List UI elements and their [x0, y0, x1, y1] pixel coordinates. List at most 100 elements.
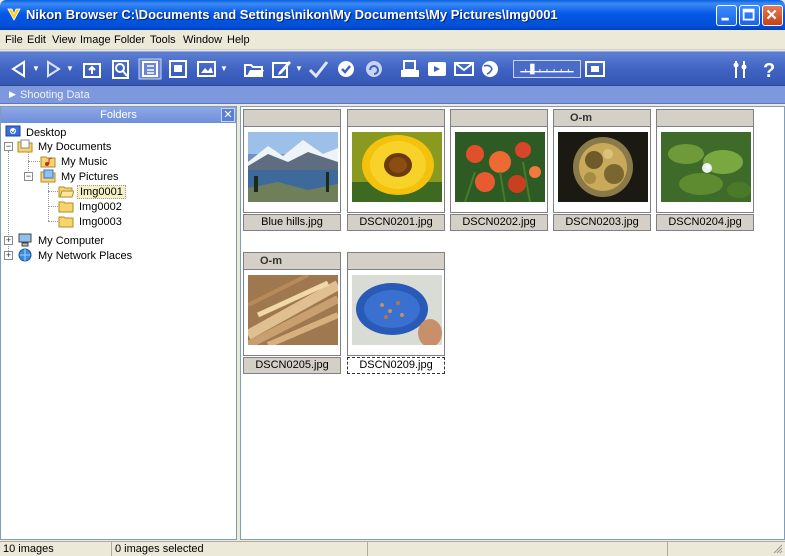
folders-view-icon[interactable]	[138, 58, 162, 80]
status-selected-count: 0 images selected	[112, 542, 368, 556]
shooting-data-bar[interactable]: ▶ Shooting Data	[0, 86, 785, 104]
transfer-icon[interactable]	[425, 58, 449, 80]
confirm-icon[interactable]	[334, 58, 358, 80]
tree-item-label: My Computer	[38, 235, 105, 247]
slideshow-icon[interactable]	[195, 58, 219, 80]
folder-icon	[58, 199, 74, 213]
thumbnail-image[interactable]	[455, 132, 545, 202]
thumbnail-frame	[243, 127, 341, 213]
menu-folder[interactable]: Folder	[114, 34, 145, 46]
toolbar: ▼ ▼ ▼ ▼ ?	[0, 51, 785, 86]
tree-item-my-computer[interactable]: My Computer	[17, 233, 106, 248]
thumbnail-item[interactable]: DSCN0204.jpg	[656, 109, 754, 233]
thumbnail-item[interactable]: O-m DSCN0205.jpg	[243, 252, 341, 376]
computer-icon	[17, 233, 33, 247]
tree-item-desktop[interactable]: Desktop	[5, 125, 68, 140]
size-slider[interactable]	[513, 60, 581, 78]
web-icon[interactable]	[478, 58, 502, 80]
check-icon[interactable]	[306, 58, 330, 80]
slideshow-dropdown-icon[interactable]: ▼	[220, 58, 228, 80]
shooting-data-label: Shooting Data	[20, 89, 90, 101]
print-icon[interactable]	[398, 58, 422, 80]
collapse-icon[interactable]: −	[24, 172, 33, 181]
tree-item-label: My Network Places	[38, 250, 133, 262]
folders-header: Folders	[1, 107, 236, 123]
menu-window[interactable]: Window	[183, 34, 222, 46]
documents-folder-icon	[17, 139, 33, 153]
preview-icon[interactable]	[166, 58, 190, 80]
thumbnail-header: O-m	[243, 252, 341, 270]
thumbnail-grid: Blue hills.jpg DSCN0201.jpg DSCN0202.jpg…	[240, 106, 785, 540]
thumbnail-size-icon[interactable]	[583, 58, 607, 80]
tree-item-my-network-places[interactable]: My Network Places	[17, 248, 134, 263]
tree-item-label: My Music	[61, 156, 108, 168]
close-button[interactable]	[762, 5, 783, 26]
thumbnail-image[interactable]	[352, 132, 442, 202]
tree-item-my-music[interactable]: My Music	[40, 154, 109, 169]
tools-icon[interactable]	[730, 58, 754, 80]
folder-icon	[58, 214, 74, 228]
back-dropdown-icon[interactable]: ▼	[32, 58, 40, 80]
tree-item-my-pictures[interactable]: My Pictures	[40, 169, 120, 184]
thumbnail-frame	[347, 270, 445, 356]
thumbnail-filename: DSCN0203.jpg	[553, 214, 651, 231]
thumbnail-filename: DSCN0204.jpg	[656, 214, 754, 231]
thumbnail-frame	[656, 127, 754, 213]
thumbnail-filename: Blue hills.jpg	[243, 214, 341, 231]
protect-key-icon: O-m	[260, 255, 282, 267]
help-icon[interactable]: ?	[757, 58, 781, 82]
tree-item-img0002[interactable]: Img0002	[58, 199, 124, 214]
search-icon[interactable]	[109, 58, 133, 80]
tree-line	[48, 206, 58, 207]
thumbnail-header	[656, 109, 754, 127]
status-cell-empty	[368, 542, 668, 556]
menu-edit[interactable]: Edit	[27, 34, 46, 46]
thumbnail-filename: DSCN0202.jpg	[450, 214, 548, 231]
thumbnail-header	[243, 109, 341, 127]
edit-dropdown-icon[interactable]: ▼	[295, 58, 303, 80]
thumbnail-frame	[243, 270, 341, 356]
tree-item-my-documents[interactable]: My Documents	[17, 139, 113, 154]
maximize-button[interactable]	[739, 5, 760, 26]
tree-item-img0003[interactable]: Img0003	[58, 214, 124, 229]
thumbnail-filename: DSCN0209.jpg	[347, 357, 445, 374]
edit-icon[interactable]	[270, 58, 294, 80]
resize-grip-icon[interactable]	[773, 544, 783, 554]
tree-item-img0001[interactable]: Img0001	[58, 184, 126, 199]
thumbnail-item[interactable]: O-m DSCN0203.jpg	[553, 109, 651, 233]
thumbnail-item[interactable]: DSCN0201.jpg	[347, 109, 445, 233]
email-icon[interactable]	[452, 58, 476, 80]
expand-arrow-icon[interactable]: ▶	[9, 89, 16, 100]
forward-icon[interactable]	[41, 58, 65, 80]
open-icon[interactable]	[242, 58, 266, 80]
thumbnail-item[interactable]: DSCN0209.jpg	[347, 252, 445, 376]
tree-line	[48, 191, 58, 192]
rotate-icon[interactable]	[362, 58, 386, 80]
network-icon	[17, 248, 33, 262]
menu-help[interactable]: Help	[227, 34, 250, 46]
thumbnail-frame	[347, 127, 445, 213]
protect-key-icon: O-m	[570, 112, 592, 124]
thumbnail-image[interactable]	[248, 275, 338, 345]
thumbnail-item[interactable]: DSCN0202.jpg	[450, 109, 548, 233]
menu-tools[interactable]: Tools	[150, 34, 176, 46]
tree-item-label: My Pictures	[61, 171, 119, 183]
minimize-button[interactable]	[716, 5, 737, 26]
close-icon[interactable]: ✕	[221, 108, 235, 122]
thumbnail-image[interactable]	[661, 132, 751, 202]
menu-view[interactable]: View	[52, 34, 76, 46]
thumbnail-image[interactable]	[248, 132, 338, 202]
collapse-icon[interactable]: −	[4, 142, 13, 151]
thumbnail-frame	[450, 127, 548, 213]
expand-icon[interactable]: +	[4, 236, 13, 245]
expand-icon[interactable]: +	[4, 251, 13, 260]
thumbnail-frame	[553, 127, 651, 213]
menu-file[interactable]: File	[5, 34, 23, 46]
menu-image[interactable]: Image	[80, 34, 111, 46]
thumbnail-item[interactable]: Blue hills.jpg	[243, 109, 341, 233]
thumbnail-image[interactable]	[558, 132, 648, 202]
thumbnail-image[interactable]	[352, 275, 442, 345]
forward-dropdown-icon[interactable]: ▼	[66, 58, 74, 80]
up-folder-icon[interactable]	[80, 58, 104, 80]
back-icon[interactable]	[7, 58, 31, 80]
